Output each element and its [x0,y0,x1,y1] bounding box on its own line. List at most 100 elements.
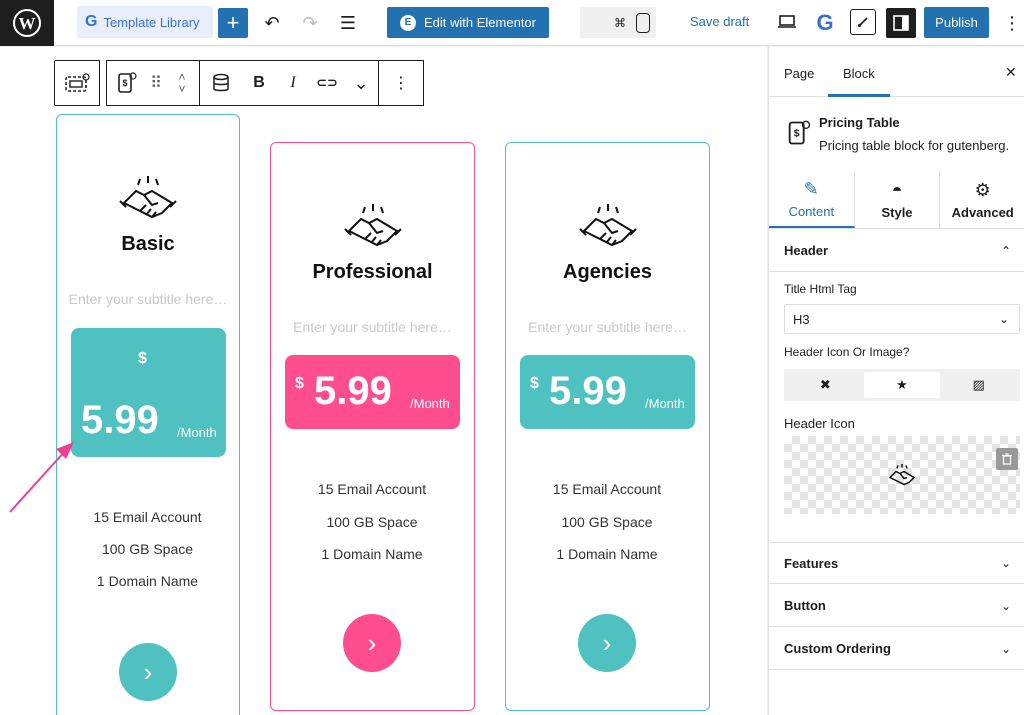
card-subtitle[interactable]: Enter your subtitle here… [57,291,239,307]
wordpress-logo-button[interactable]: W [0,0,54,46]
features-section-toggle[interactable]: Features ⌄ [769,542,1024,584]
price-amount: 5.99 [549,369,627,413]
card-cta-button[interactable]: › [343,614,401,672]
card-cta-button[interactable]: › [119,643,177,701]
block-tools: $ ⠿ ˄ ˅ B I ⊂⊃ ⌄ ⋮ [106,60,424,106]
feature-item: 1 Domain Name [556,546,658,562]
handshake-icon [271,201,474,251]
database-icon [213,73,229,92]
publish-button[interactable]: Publish [924,7,989,38]
tab-advanced[interactable]: ⚙ Advanced [940,171,1024,228]
redo-button[interactable]: ↷ [296,9,324,37]
card-subtitle[interactable]: Enter your subtitle here… [506,319,709,335]
pricing-card-professional[interactable]: Professional Enter your subtitle here… $… [270,142,475,711]
pricing-table-icon: $ [118,72,137,93]
drag-handle-icon[interactable]: ⠿ [147,61,165,105]
option-image[interactable]: ▨ [940,372,1017,398]
price-period: /Month [645,396,685,411]
chevron-up-icon: ⌃ [1000,243,1011,258]
preview-icon[interactable] [776,12,798,32]
inspector-tabs: ✎ Content ◓ Style ⚙ Advanced [769,171,1024,229]
tab-page[interactable]: Page [784,66,814,81]
gutenkit-logo-button[interactable]: G [812,8,838,38]
svg-text:W: W [19,14,36,33]
price-period: /Month [177,425,217,440]
add-block-button[interactable]: + [218,8,248,38]
remove-icon-button[interactable] [996,448,1018,470]
template-library-button[interactable]: G Template Library [77,6,213,38]
custom-ordering-section-toggle[interactable]: Custom Ordering ⌄ [769,628,1024,670]
dynamic-content-button[interactable] [200,61,242,105]
button-section-toggle[interactable]: Button ⌄ [769,585,1024,627]
image-icon: ▨ [972,377,985,392]
tab-content[interactable]: ✎ Content [769,171,855,228]
style-book-icon[interactable] [850,9,876,35]
select-parent-button[interactable] [55,61,99,105]
feature-item: 100 GB Space [561,514,653,530]
list-view-button[interactable]: ☰ [334,9,362,37]
settings-sidebar-toggle[interactable] [886,8,916,38]
select-value: H3 [793,311,810,327]
command-palette-button[interactable]: ⌘ [580,7,656,38]
feature-item: 15 Email Account [93,509,202,525]
chevron-down-icon: ⌄ [998,312,1009,326]
bold-button[interactable]: B [242,61,276,105]
card-cta-button[interactable]: › [578,614,636,672]
more-rich-text-button[interactable]: ⌄ [344,61,378,105]
star-icon: ★ [896,377,908,392]
title-html-tag-label: Title Html Tag [784,282,857,296]
tab-style[interactable]: ◓ Style [855,171,941,228]
chevron-down-icon: ⌄ [1000,641,1011,656]
pricing-table-parent-icon [65,73,90,92]
active-tab-indicator [828,94,890,97]
block-type-button[interactable]: $ [107,61,147,105]
card-subtitle[interactable]: Enter your subtitle here… [271,319,474,335]
card-title[interactable]: Agencies [506,261,709,284]
template-library-label: Template Library [103,14,200,30]
options-menu-button[interactable]: ⋮ [998,9,1024,37]
section-title: Header [784,243,829,258]
price-period: /Month [410,396,450,411]
tab-block[interactable]: Block [843,66,875,81]
svg-text:$: $ [794,128,800,140]
option-icon[interactable]: ★ [863,372,941,398]
option-none[interactable]: ✖ [787,372,864,398]
move-down-button[interactable]: ˅ [178,83,185,95]
pricing-table-icon: $ [788,120,811,145]
title-html-tag-select[interactable]: H3 ⌄ [784,304,1020,334]
save-draft-button[interactable]: Save draft [690,14,749,29]
close-sidebar-button[interactable]: ✕ [1005,64,1017,81]
card-title[interactable]: Basic [57,233,239,256]
link-button[interactable]: ⊂⊃ [310,61,344,105]
sidebar-tabs: Page Block ✕ [769,47,1024,97]
handshake-icon [57,173,239,223]
feature-item: 15 Email Account [317,481,427,497]
section-title: Custom Ordering [784,641,891,656]
header-section-toggle[interactable]: Header ⌃ [769,230,1024,272]
price-currency: $ [530,375,539,392]
paint-bucket-icon: ◓ [891,179,903,200]
undo-button[interactable]: ↶ [258,9,286,37]
header-icon-or-image-toggle: ✖ ★ ▨ [784,369,1020,401]
handshake-icon [506,201,709,251]
pencil-icon: ✎ [803,178,819,199]
header-icon-picker[interactable] [784,436,1020,514]
section-title: Features [784,555,839,571]
move-block: ˄ ˅ [165,61,199,105]
feature-item: 15 Email Account [552,481,662,497]
card-title[interactable]: Professional [271,261,474,284]
pricing-card-basic[interactable]: Basic Enter your subtitle here… $ 5.99 /… [56,114,240,715]
edit-with-elementor-button[interactable]: E Edit with Elementor [387,7,549,38]
feature-item: 1 Domain Name [321,546,423,562]
edit-with-elementor-label: Edit with Elementor [424,15,536,30]
price-box: $ 5.99 /Month [520,355,695,429]
tab-advanced-label: Advanced [951,204,1014,220]
pricing-card-agencies[interactable]: Agencies Enter your subtitle here… $ 5.9… [505,142,710,711]
chevron-down-icon: ⌄ [1000,598,1011,613]
elementor-icon: E [400,14,416,31]
feature-item: 1 Domain Name [96,573,199,589]
chevron-down-icon: ⌄ [1000,556,1011,570]
handshake-icon [888,464,916,486]
italic-button[interactable]: I [276,61,310,105]
block-options-button[interactable]: ⋮ [379,61,423,105]
